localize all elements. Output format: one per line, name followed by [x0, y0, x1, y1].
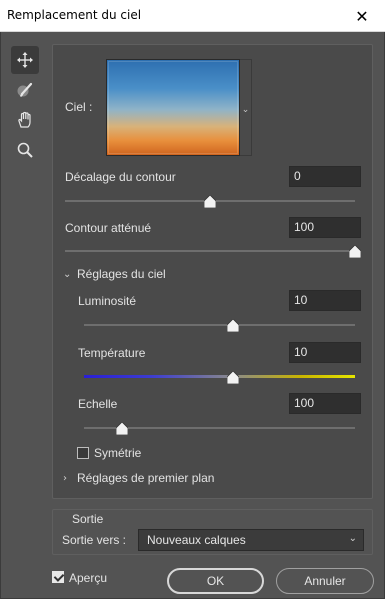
chevron-down-icon: ⌄	[348, 533, 357, 544]
edge-shift-label: Décalage du contour	[65, 170, 176, 184]
brightness-track[interactable]	[84, 324, 355, 326]
hand-tool[interactable]	[11, 106, 39, 134]
temperature-label: Température	[78, 346, 146, 360]
close-icon: ✕	[355, 6, 369, 26]
sky-preview-thumbnail[interactable]	[106, 59, 240, 156]
move-icon	[17, 52, 33, 68]
flip-label: Symétrie	[94, 446, 142, 460]
brightness-input[interactable]: 10	[289, 290, 361, 311]
sky-dropdown-button[interactable]: ⌄	[240, 59, 252, 156]
temperature-track[interactable]	[84, 375, 355, 378]
window-title: Remplacement du ciel	[7, 8, 142, 22]
output-select[interactable]: Nouveaux calques ⌄	[138, 529, 364, 551]
output-select-value: Nouveaux calques	[147, 533, 246, 547]
ok-button[interactable]: OK	[167, 568, 264, 594]
chevron-right-icon: ›	[63, 472, 67, 484]
sky-label: Ciel :	[65, 100, 93, 114]
zoom-icon	[17, 142, 33, 158]
output-group-label: Sortie	[72, 512, 104, 526]
chevron-down-icon: ⌄	[241, 105, 250, 115]
cancel-button[interactable]: Annuler	[276, 568, 374, 594]
preview-checkbox[interactable]	[52, 571, 64, 583]
sky-brush-icon	[17, 82, 33, 97]
chevron-down-icon: ⌄	[63, 268, 72, 280]
move-tool[interactable]	[11, 46, 39, 74]
scale-input[interactable]: 100	[289, 393, 361, 414]
fade-edge-input[interactable]: 100	[289, 217, 361, 238]
sky-adjustments-header[interactable]: ⌄ Réglages du ciel	[63, 267, 166, 281]
brightness-label: Luminosité	[78, 294, 137, 308]
foreground-adjustments-title: Réglages de premier plan	[77, 471, 215, 485]
tool-bar	[11, 46, 41, 166]
preview-label: Aperçu	[69, 571, 108, 585]
fade-edge-track[interactable]	[65, 250, 355, 252]
flip-checkbox[interactable]	[77, 447, 89, 459]
scale-label: Echelle	[78, 397, 118, 411]
temperature-input[interactable]: 10	[289, 342, 361, 363]
close-button[interactable]: ✕	[339, 0, 385, 32]
foreground-adjustments-header[interactable]: › Réglages de premier plan	[63, 471, 214, 485]
hand-icon	[18, 111, 31, 128]
output-to-label: Sortie vers :	[62, 533, 127, 547]
fade-edge-label: Contour atténué	[65, 221, 152, 235]
sky-adjustments-title: Réglages du ciel	[77, 267, 166, 281]
sky-brush-tool[interactable]	[11, 76, 39, 104]
edge-shift-input[interactable]: 0	[289, 166, 361, 187]
zoom-tool[interactable]	[11, 136, 39, 164]
title-bar: Remplacement du ciel ✕	[0, 0, 385, 32]
